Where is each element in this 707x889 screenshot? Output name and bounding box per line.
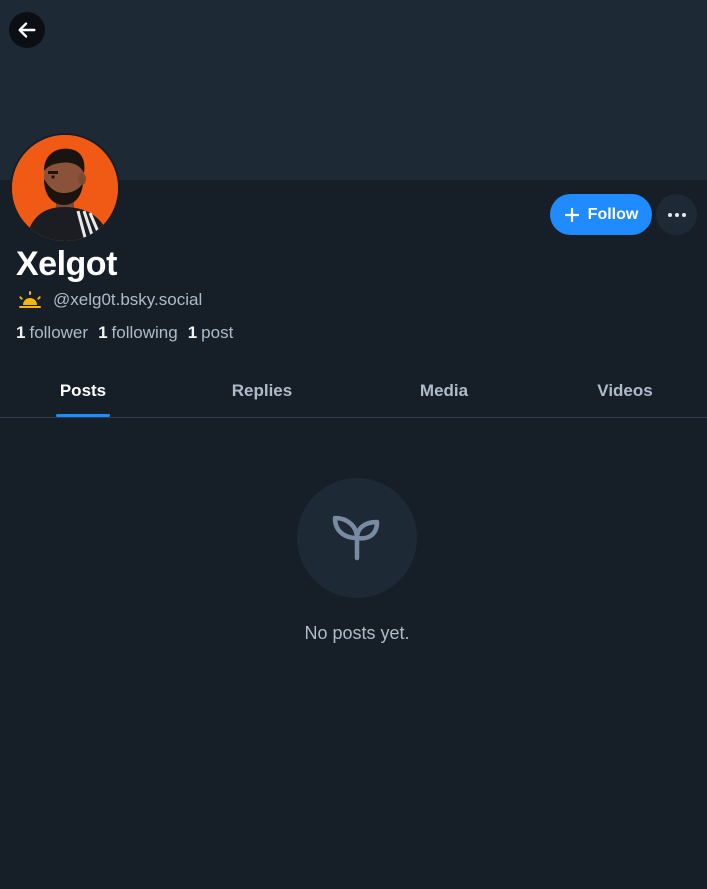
tab-media[interactable]: Media [360, 365, 528, 417]
avatar-illustration [12, 135, 118, 241]
more-options-button[interactable] [656, 194, 697, 235]
empty-state-message: No posts yet. [304, 623, 410, 643]
tab-posts[interactable]: Posts [0, 365, 166, 417]
ellipsis-icon [667, 212, 686, 217]
avatar[interactable] [10, 133, 120, 243]
display-name: Xelgot [16, 245, 117, 283]
active-tab-indicator [56, 414, 110, 417]
empty-state-icon-circle [297, 478, 417, 598]
plus-icon [564, 207, 580, 223]
handle-row: @xelg0t.bsky.social [17, 290, 202, 310]
arrow-left-icon [18, 22, 36, 38]
follow-button[interactable]: Follow [550, 194, 652, 235]
sprout-icon [332, 515, 380, 561]
tab-videos[interactable]: Videos [540, 365, 707, 417]
sunrise-icon [19, 291, 41, 308]
following-stat[interactable]: 1 following [98, 323, 178, 343]
follow-label: Follow [587, 205, 639, 223]
handle: @xelg0t.bsky.social [53, 290, 203, 309]
posts-stat: 1 post [187, 323, 234, 342]
profile-stats: 1 follower 1 following 1 post [16, 323, 233, 343]
back-button[interactable] [9, 12, 45, 48]
tab-replies[interactable]: Replies [176, 365, 348, 417]
followers-stat[interactable]: 1 follower [16, 323, 88, 343]
profile-tabs: Posts Replies Media Videos [0, 365, 707, 418]
